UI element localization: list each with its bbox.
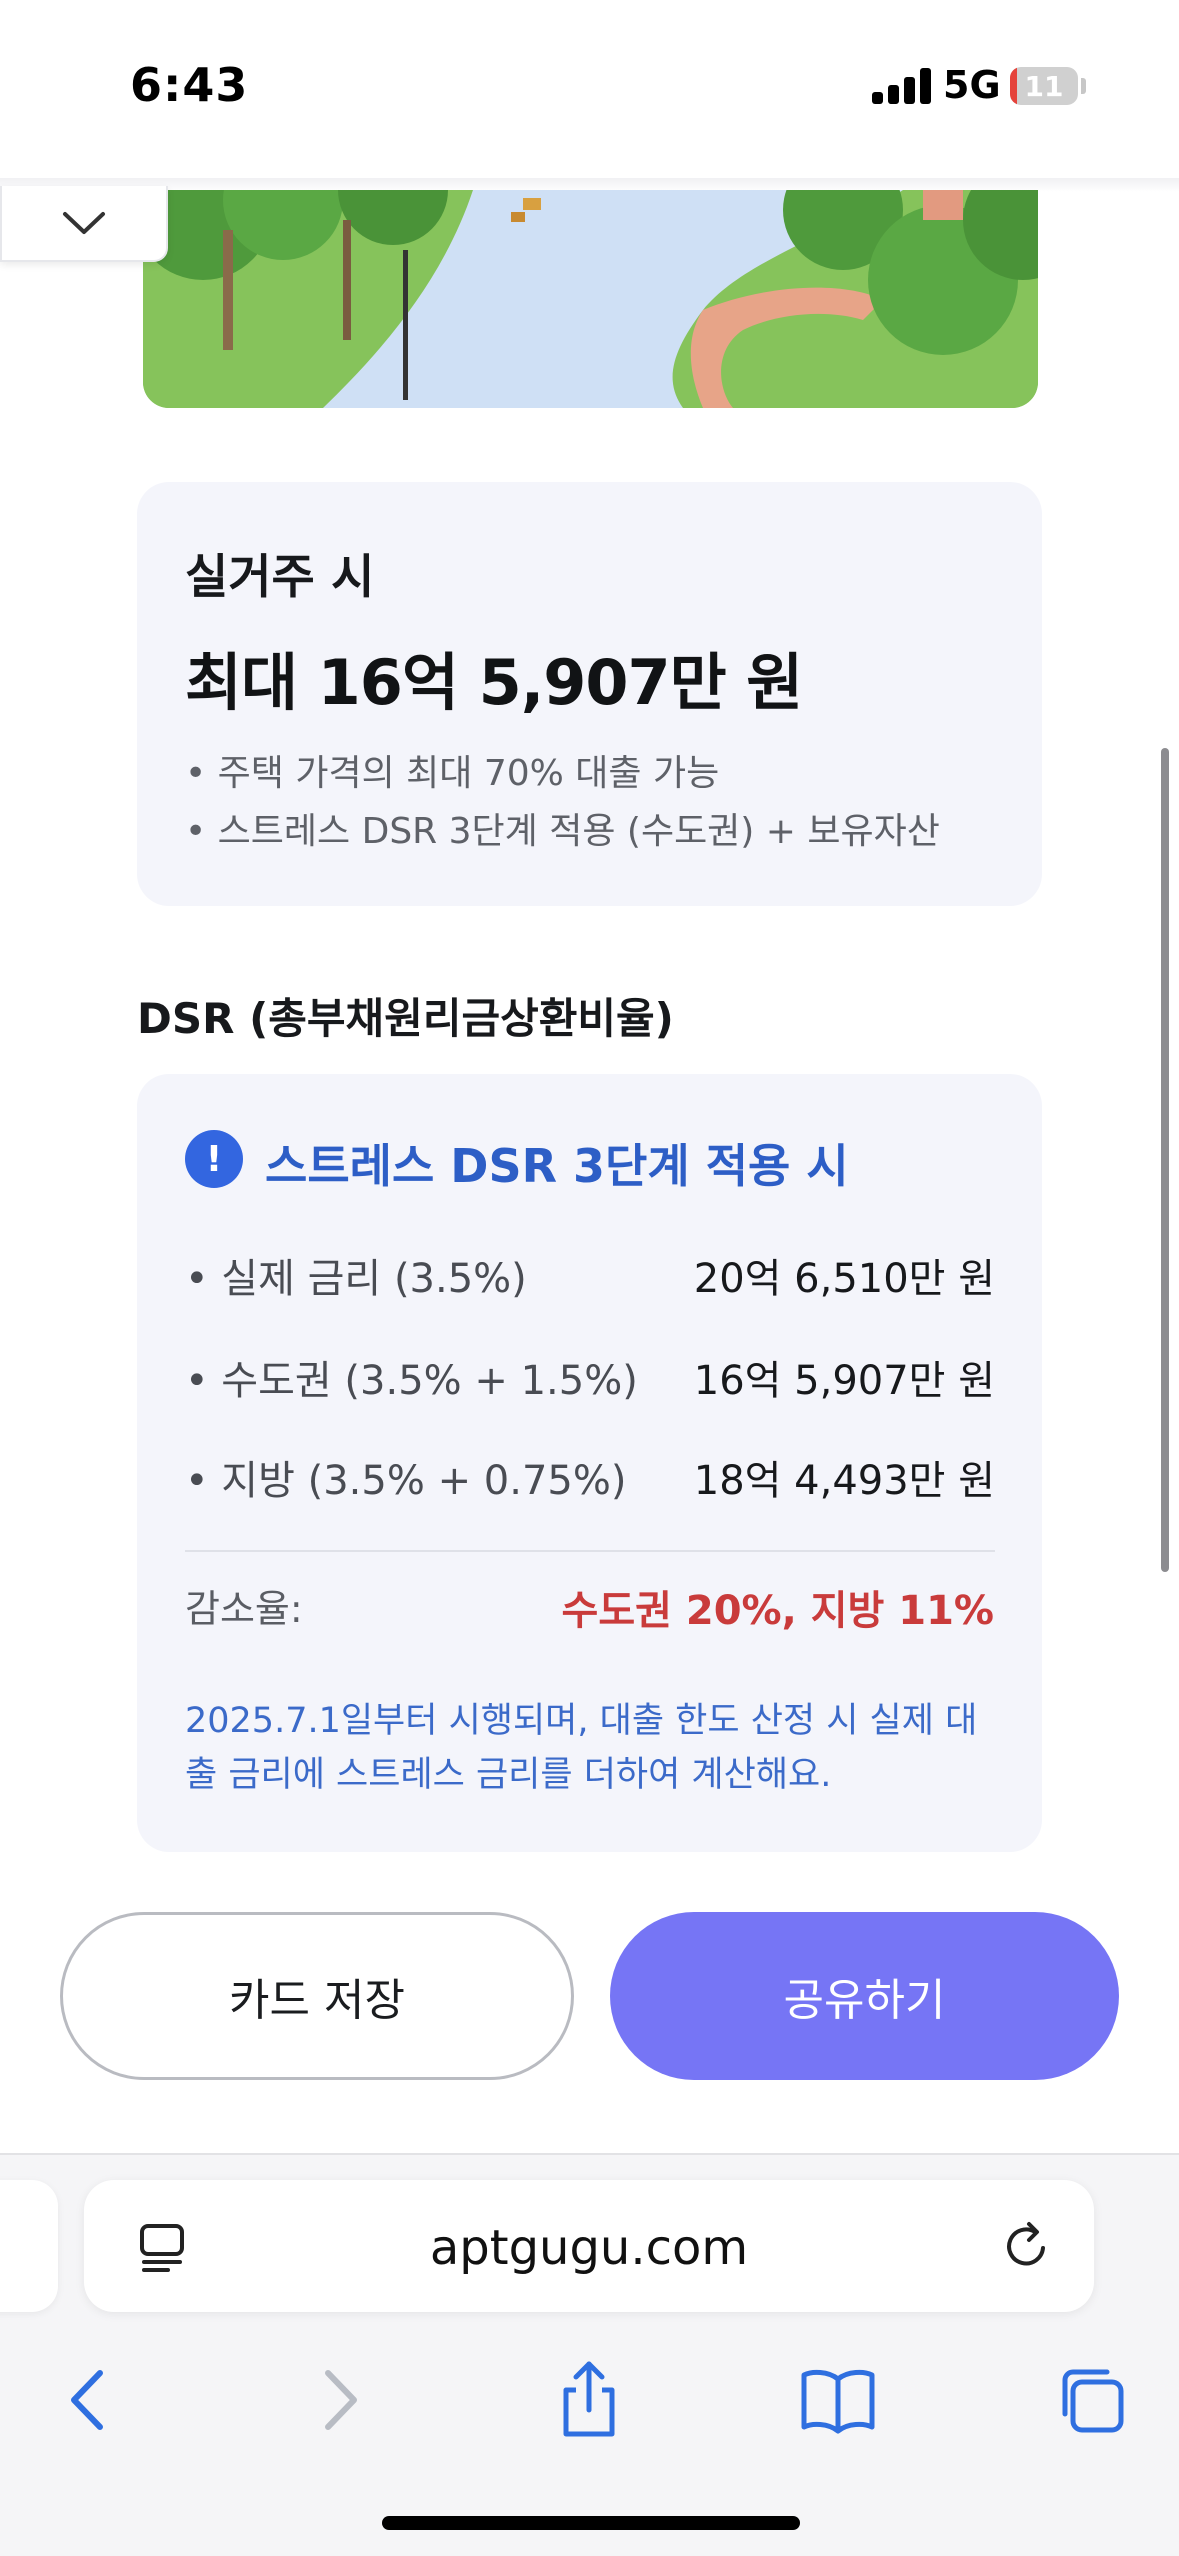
alert-title: 스트레스 DSR 3단계 적용 시 [265, 1139, 849, 1193]
home-indicator [382, 2516, 800, 2530]
max-loan-amount: 최대 16억 5,907만 원 [185, 646, 803, 719]
tabs-icon [1062, 2369, 1124, 2433]
row-value: 20억 6,510만 원 [693, 1256, 995, 1302]
collapse-button[interactable] [0, 186, 168, 262]
address-bar[interactable]: aptgugu.com [84, 2180, 1094, 2312]
browser-toolbar: aptgugu.com [0, 2153, 1179, 2556]
card-label: 실거주 시 [185, 550, 375, 605]
battery-icon: 11 [1010, 67, 1078, 105]
back-button[interactable] [42, 2355, 132, 2445]
bullet-item: • 스트레스 DSR 3단계 적용 (수도권) + 보유자산 [185, 811, 940, 852]
chevron-down-icon [63, 212, 105, 234]
bookmarks-button[interactable] [793, 2355, 883, 2445]
bullet-item: • 주택 가격의 최대 70% 대출 가능 [185, 753, 720, 794]
battery-percent: 11 [1024, 70, 1064, 103]
dsr-card: ! 스트레스 DSR 3단계 적용 시 • 실제 금리 (3.5%) 20억 6… [137, 1074, 1042, 1852]
dsr-row: • 수도권 (3.5% + 1.5%) 16억 5,907만 원 [185, 1348, 995, 1408]
url-text: aptgugu.com [429, 2220, 749, 2276]
chevron-right-icon [325, 2370, 357, 2430]
section-title-dsr: DSR (총부채원리금상환비율) [137, 994, 674, 1043]
scrollbar[interactable] [1161, 748, 1169, 1572]
reduction-label: 감소율: [185, 1587, 303, 1631]
park-river-illustration [143, 190, 1038, 408]
row-label: • 실제 금리 (3.5%) [185, 1256, 527, 1302]
tabs-button[interactable] [1046, 2355, 1136, 2445]
hero-illustration [143, 190, 1038, 408]
previous-tab-preview[interactable] [0, 2180, 58, 2312]
dsr-row: • 지방 (3.5% + 0.75%) 18억 4,493만 원 [185, 1448, 995, 1508]
share-sheet-button[interactable] [544, 2355, 634, 2445]
share-icon [563, 2361, 615, 2437]
dsr-row: • 실제 금리 (3.5%) 20억 6,510만 원 [185, 1246, 995, 1306]
save-card-button[interactable]: 카드 저장 [60, 1912, 574, 2080]
alert-icon: ! [185, 1130, 243, 1188]
share-button[interactable]: 공유하기 [610, 1912, 1119, 2080]
network-type: 5G [943, 63, 1001, 107]
live-in-card: 실거주 시 최대 16억 5,907만 원 • 주택 가격의 최대 70% 대출… [137, 482, 1042, 906]
cellular-signal-icon [872, 68, 934, 104]
row-value: 16억 5,907만 원 [693, 1358, 995, 1404]
chevron-left-icon [71, 2370, 103, 2430]
divider [185, 1550, 995, 1552]
forward-button[interactable] [296, 2355, 386, 2445]
row-label: • 수도권 (3.5% + 1.5%) [185, 1358, 638, 1404]
row-value: 18억 4,493만 원 [693, 1458, 995, 1504]
status-time: 6:43 [130, 58, 249, 112]
battery-cap [1081, 78, 1086, 94]
dsr-note: 2025.7.1일부터 시행되며, 대출 한도 산정 시 실제 대출 금리에 스… [185, 1701, 978, 1795]
reduction-value: 수도권 20%, 지방 11% [561, 1588, 994, 1634]
status-bar: 6:43 5G 11 [0, 0, 1179, 180]
book-icon [801, 2369, 875, 2434]
row-label: • 지방 (3.5% + 0.75%) [185, 1458, 627, 1504]
reload-icon[interactable] [999, 2218, 1055, 2274]
